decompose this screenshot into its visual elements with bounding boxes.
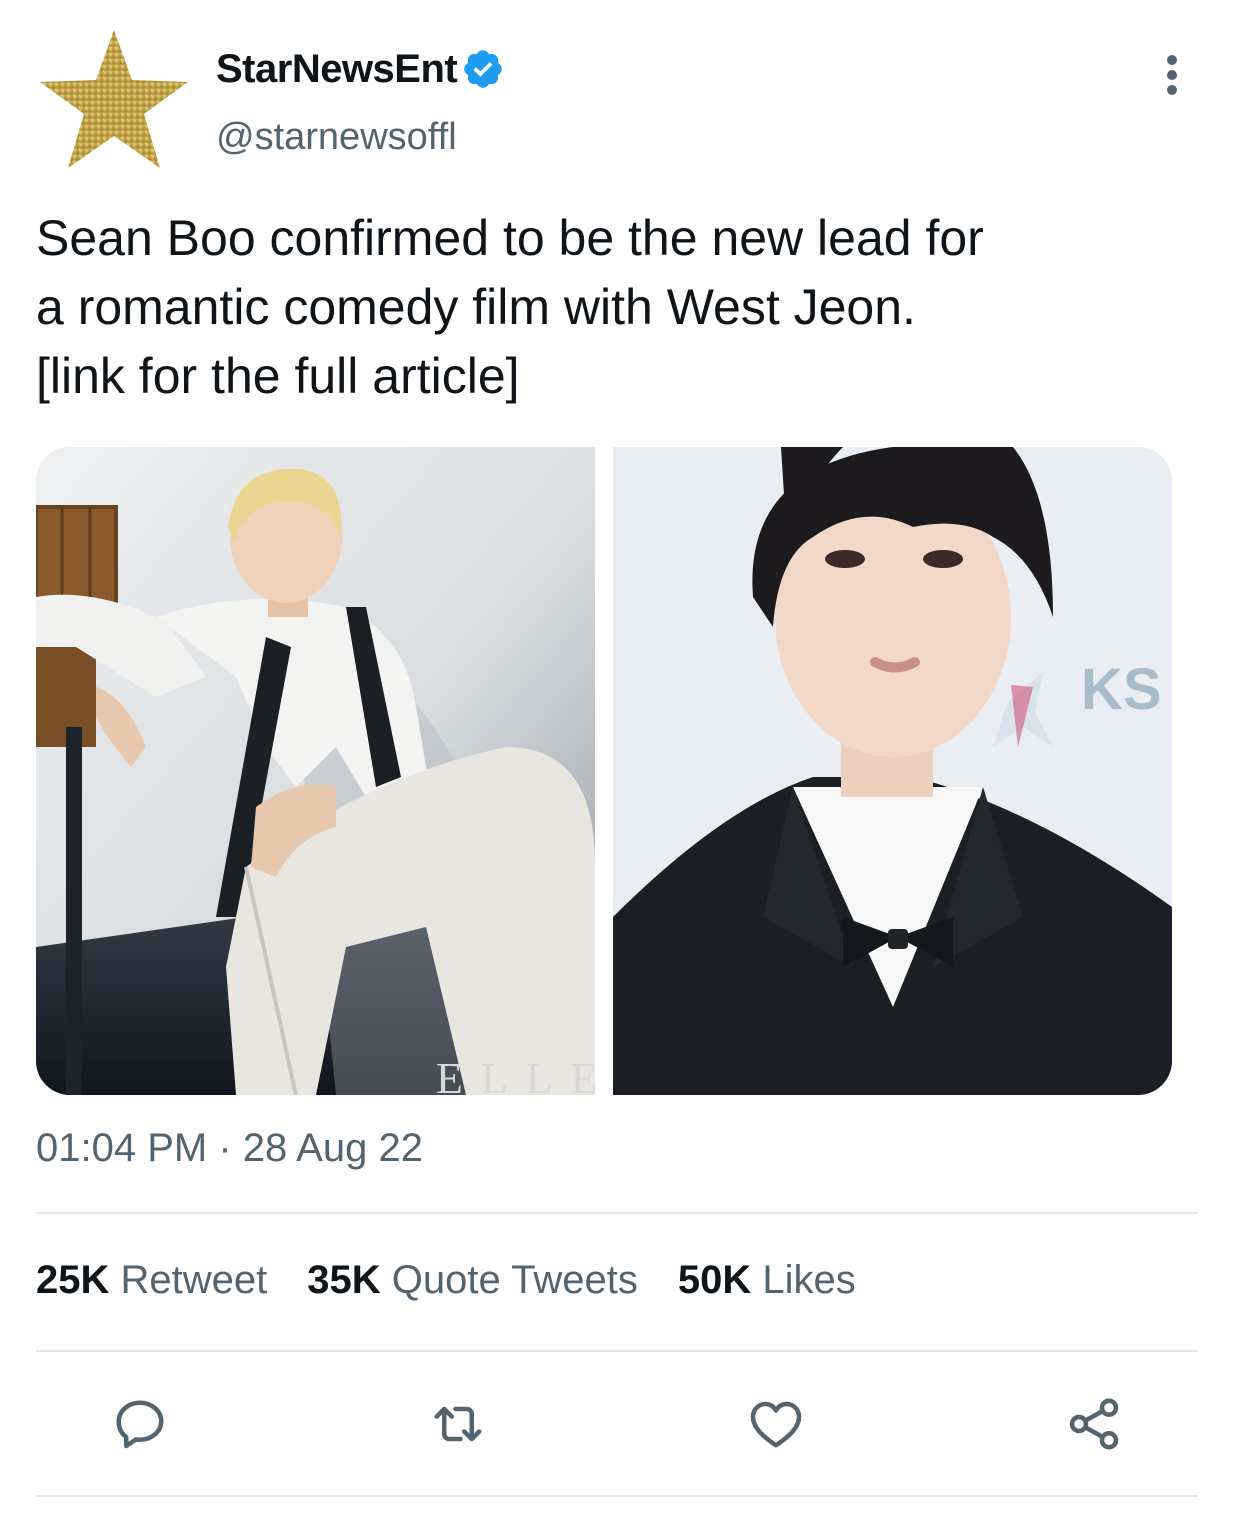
divider (36, 1495, 1198, 1497)
photo-left[interactable]: ELLE (36, 447, 595, 1095)
photo-watermark: ELLE (436, 1054, 595, 1095)
reply-button[interactable] (110, 1394, 170, 1454)
share-button[interactable] (1064, 1394, 1124, 1454)
gold-star-icon (40, 30, 188, 168)
avatar[interactable] (36, 28, 192, 172)
photo-seated-man: ELLE (36, 447, 595, 1095)
photo-right[interactable]: KS (613, 447, 1172, 1095)
divider (36, 1350, 1198, 1352)
display-name[interactable]: StarNewsEnt (216, 47, 458, 92)
verified-badge-icon (464, 50, 503, 88)
share-icon (1069, 1398, 1119, 1450)
tweet-timestamp[interactable]: 01:04 PM · 28 Aug 22 (36, 1126, 423, 1171)
tweet-time: 01:04 PM (36, 1126, 208, 1170)
like-button[interactable] (746, 1394, 806, 1454)
more-vertical-icon (1167, 55, 1177, 95)
heart-icon (750, 1401, 802, 1448)
tweet-text: Sean Boo confirmed to be the new lead fo… (36, 204, 1196, 411)
photo-man-in-tuxedo: KS (613, 447, 1172, 1095)
retweet-button[interactable] (428, 1394, 488, 1454)
more-options-button[interactable] (1154, 52, 1190, 98)
quote-count-value: 35K (307, 1258, 381, 1302)
retweet-count-value: 25K (36, 1258, 110, 1302)
media-grid: ELLE KS (36, 447, 1172, 1095)
engagement-stats: 25K Retweet 35K Quote Tweets 50K Likes (36, 1258, 856, 1303)
like-count-label: Likes (762, 1258, 856, 1302)
tweet-text-line: a romantic comedy film with West Jeon. (36, 279, 916, 335)
backdrop-text: KS (1081, 657, 1162, 722)
retweet-count-label: Retweet (120, 1258, 268, 1302)
quote-count-label: Quote Tweets (391, 1258, 638, 1302)
tweet-text-line: Sean Boo confirmed to be the new lead fo… (36, 210, 984, 266)
tweet-detail: StarNewsEnt @starnewsoffl Sean Boo confi… (0, 0, 1235, 1515)
timestamp-separator: · (207, 1126, 243, 1170)
quote-count[interactable]: 35K Quote Tweets (307, 1258, 638, 1303)
tweet-date: 28 Aug 22 (242, 1126, 423, 1170)
like-count[interactable]: 50K Likes (678, 1258, 856, 1303)
author-name-row[interactable]: StarNewsEnt (216, 44, 505, 94)
like-count-value: 50K (677, 1258, 752, 1302)
retweet-icon (434, 1406, 482, 1442)
handle[interactable]: @starnewsoffl (216, 116, 457, 159)
reply-icon (116, 1400, 164, 1449)
retweet-count[interactable]: 25K Retweet (36, 1258, 267, 1303)
divider (36, 1212, 1198, 1214)
tweet-text-line[interactable]: [link for the full article] (36, 342, 1196, 411)
